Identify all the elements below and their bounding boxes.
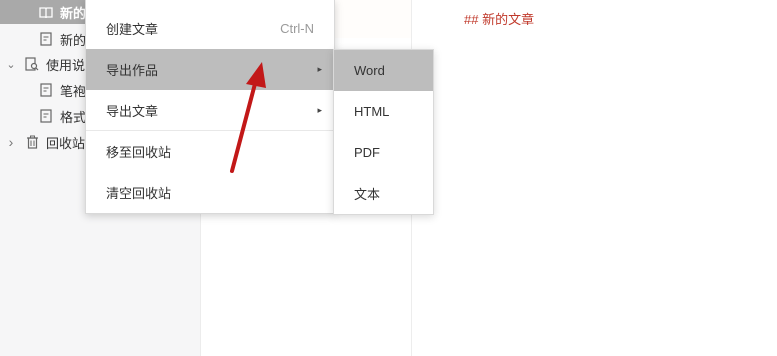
sidebar-item-label: 回收站 <box>46 135 86 151</box>
submenu-item-label: 文本 <box>354 187 381 202</box>
document-icon <box>38 31 54 47</box>
trash-icon <box>24 134 40 150</box>
shortcut-label: Ctrl-N <box>280 21 314 36</box>
menu-item-label: 创建文章 <box>106 22 159 37</box>
submenu-arrow-icon: ▸ <box>317 105 322 115</box>
sidebar-item-label: 笔袍 <box>60 83 87 99</box>
submenu-item-html[interactable]: HTML <box>334 91 433 132</box>
export-submenu: Word HTML PDF 文本 <box>333 49 434 215</box>
sidebar-item-label: 使用说 <box>46 57 86 73</box>
submenu-item-pdf[interactable]: PDF <box>334 132 433 173</box>
submenu-item-text[interactable]: 文本 <box>334 173 433 214</box>
menu-item-empty-trash[interactable]: 清空回收站 <box>86 172 334 213</box>
menu-item-move-to-trash[interactable]: 移至回收站 <box>86 131 334 172</box>
menu-item-label: 导出文章 <box>106 104 159 119</box>
submenu-item-label: Word <box>354 63 385 78</box>
submenu-item-word[interactable]: Word <box>334 50 433 91</box>
menu-item-label: 导出作品 <box>106 63 159 78</box>
book-icon <box>38 4 54 20</box>
menu-item-export-works[interactable]: 导出作品 ▸ <box>86 49 334 90</box>
submenu-arrow-icon: ▸ <box>317 64 322 74</box>
submenu-item-label: PDF <box>354 145 380 160</box>
sidebar-item-label: 新的 <box>60 32 87 48</box>
menu-item-label: 清空回收站 <box>106 186 172 201</box>
chevron-right-icon[interactable]: › <box>4 134 18 150</box>
document-icon <box>38 108 54 124</box>
menu-item-label: 移至回收站 <box>106 145 172 160</box>
context-menu: 创建文章 Ctrl-N 导出作品 ▸ 导出文章 ▸ 移至回收站 清空回收站 <box>85 0 335 214</box>
chevron-down-icon[interactable]: ⌄ <box>4 58 18 71</box>
search-document-icon <box>24 56 40 72</box>
sidebar-item-label: 格式 <box>60 109 87 125</box>
menu-item-create-article[interactable]: 创建文章 Ctrl-N <box>86 8 334 49</box>
menu-item-export-article[interactable]: 导出文章 ▸ <box>86 90 334 131</box>
document-icon <box>38 82 54 98</box>
editor-heading-text[interactable]: ## 新的文章 <box>464 9 534 28</box>
submenu-item-label: HTML <box>354 104 390 119</box>
sidebar-item-label: 新的 <box>60 5 87 21</box>
editor-pane[interactable]: ## 新的文章 <box>412 0 777 356</box>
